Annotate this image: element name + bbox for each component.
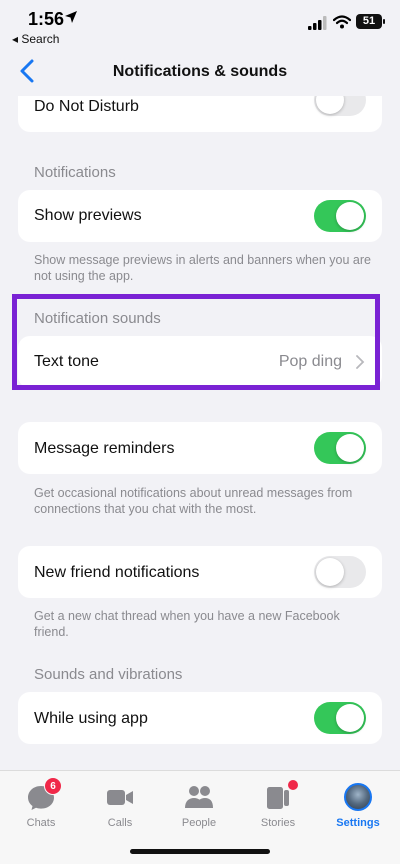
tab-chats[interactable]: 6 Chats bbox=[6, 777, 76, 829]
message-reminders-footnote: Get occasional notifications about unrea… bbox=[34, 486, 353, 516]
message-reminders-row[interactable]: Message reminders bbox=[18, 422, 382, 474]
toggle-knob bbox=[316, 558, 344, 586]
toggle-knob bbox=[336, 434, 364, 462]
avatar bbox=[344, 783, 372, 811]
new-friend-notifications-row[interactable]: New friend notifications bbox=[18, 546, 382, 598]
page-title: Notifications & sounds bbox=[112, 63, 288, 80]
sounds-vibrations-section-header: Sounds and vibrations bbox=[34, 666, 183, 683]
tab-stories[interactable]: Stories bbox=[243, 780, 313, 829]
tab-bar: 6 Chats Calls People Stories Settings bbox=[0, 770, 400, 864]
settings-list[interactable]: Do Not Disturb Notifications Show previe… bbox=[0, 80, 400, 770]
tab-stories-label: Stories bbox=[260, 817, 296, 829]
navigation-bar: Notifications & sounds bbox=[0, 50, 400, 96]
message-reminders-label: Message reminders bbox=[34, 440, 175, 457]
people-icon bbox=[185, 786, 213, 808]
cellular-signal-icon bbox=[308, 16, 327, 30]
back-to-app-link[interactable]: ◂ Search bbox=[12, 32, 59, 46]
message-reminders-toggle[interactable] bbox=[314, 432, 366, 464]
tab-settings-label: Settings bbox=[336, 817, 380, 829]
status-time: 1:56 bbox=[28, 9, 65, 29]
tab-settings[interactable]: Settings bbox=[323, 783, 393, 829]
show-previews-label: Show previews bbox=[34, 207, 142, 224]
while-using-app-toggle[interactable] bbox=[314, 702, 366, 734]
tab-people-label: People bbox=[181, 817, 217, 829]
tab-people[interactable]: People bbox=[164, 783, 234, 829]
do-not-disturb-label: Do Not Disturb bbox=[34, 98, 139, 115]
video-camera-icon bbox=[107, 790, 133, 805]
tab-calls-label: Calls bbox=[107, 817, 133, 829]
location-arrow-icon bbox=[65, 11, 77, 23]
show-previews-row[interactable]: Show previews bbox=[18, 190, 382, 242]
tab-calls[interactable]: Calls bbox=[85, 783, 155, 829]
battery-icon: 51 bbox=[356, 14, 385, 29]
highlight-annotation-box bbox=[12, 294, 380, 390]
show-previews-footnote: Show message previews in alerts and bann… bbox=[34, 253, 371, 283]
show-previews-toggle[interactable] bbox=[314, 200, 366, 232]
while-using-app-row[interactable]: While using app bbox=[18, 692, 382, 744]
chats-unread-badge: 6 bbox=[44, 777, 62, 795]
new-friend-notifications-toggle[interactable] bbox=[314, 556, 366, 588]
wifi-icon bbox=[333, 15, 351, 29]
new-friend-footnote: Get a new chat thread when you have a ne… bbox=[34, 609, 340, 639]
new-friend-notifications-label: New friend notifications bbox=[34, 564, 200, 581]
home-indicator bbox=[130, 849, 270, 854]
stories-notification-dot bbox=[288, 780, 298, 790]
notifications-section-header: Notifications bbox=[34, 164, 116, 181]
tab-chats-label: Chats bbox=[26, 817, 56, 829]
toggle-knob bbox=[336, 202, 364, 230]
status-bar: 1:56 ◂ Search 51 bbox=[0, 0, 400, 50]
toggle-knob bbox=[336, 704, 364, 732]
while-using-app-label: While using app bbox=[34, 710, 148, 727]
